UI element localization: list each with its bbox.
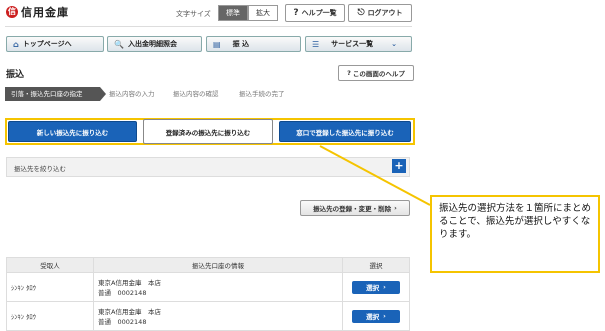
annotation-callout: 振込先の選択方法を１箇所にまとめることで、振込先が選択しやすくなります。 <box>430 195 600 273</box>
callout-connector <box>319 145 431 206</box>
callout-line <box>319 145 431 206</box>
